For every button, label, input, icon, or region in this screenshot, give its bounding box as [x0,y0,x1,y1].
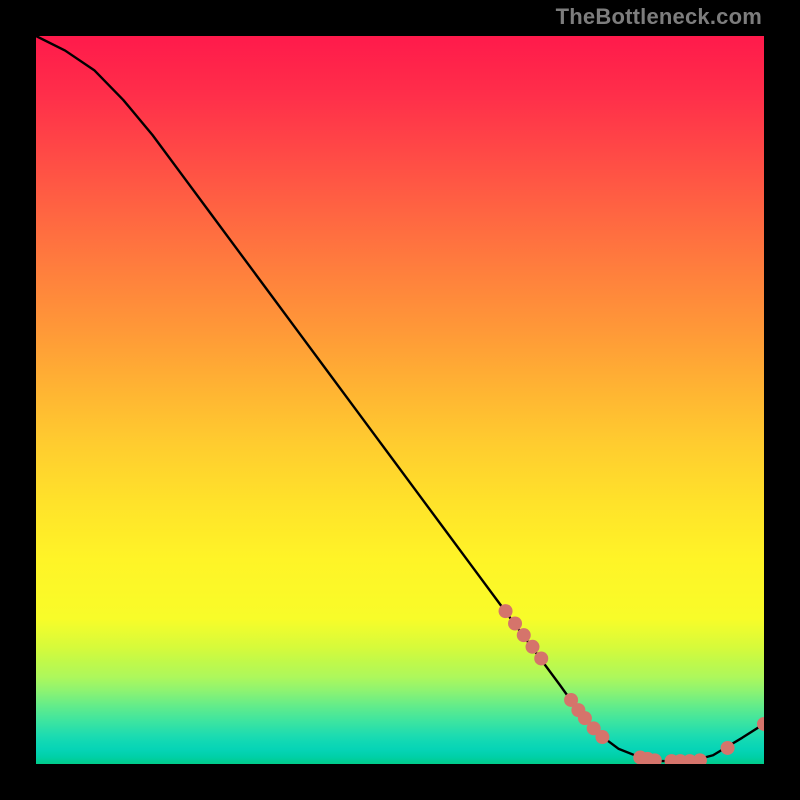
data-marker [517,628,531,642]
data-marker [595,730,609,744]
chart-svg [36,36,764,764]
watermark-text: TheBottleneck.com [556,4,762,30]
chart-container: TheBottleneck.com [0,0,800,800]
data-marker [534,651,548,665]
data-marker [508,617,522,631]
data-marker [499,604,513,618]
data-marker [721,741,735,755]
data-marker [693,753,707,764]
data-markers [499,604,764,764]
curve-line [36,36,764,761]
data-marker [526,640,540,654]
plot-area [36,36,764,764]
